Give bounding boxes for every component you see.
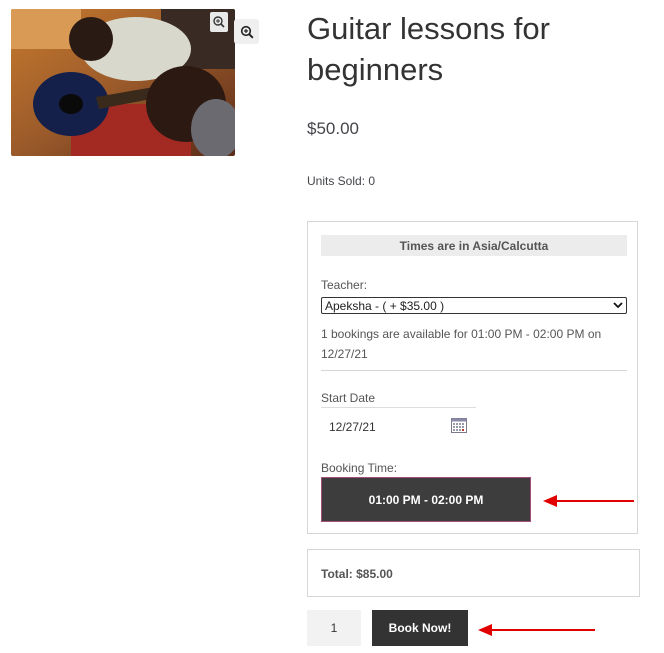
guitar-player-photo	[11, 9, 235, 156]
units-sold: Units Sold: 0	[307, 174, 376, 188]
booking-form: Times are in Asia/Calcutta Teacher: Apek…	[307, 221, 638, 534]
total-text: Total: $85.00	[321, 567, 393, 581]
red-arrow-annotation	[543, 495, 634, 507]
start-date-label: Start Date	[321, 391, 376, 405]
quantity-input[interactable]: 1	[307, 610, 361, 646]
chevron-down-icon	[613, 302, 623, 309]
booking-time-label: Booking Time:	[321, 461, 398, 475]
total-box: Total: $85.00	[307, 549, 640, 597]
zoom-in-icon	[240, 25, 254, 39]
product-price: $50.00	[307, 119, 359, 138]
start-date-value: 12/27/21	[329, 420, 376, 434]
teacher-select[interactable]: Apeksha - ( + $35.00 )	[321, 297, 627, 314]
timezone-note: Times are in Asia/Calcutta	[321, 235, 627, 256]
image-zoom-button[interactable]	[234, 19, 259, 44]
calendar-icon[interactable]	[451, 418, 467, 433]
divider	[321, 370, 627, 371]
teacher-label: Teacher:	[321, 278, 368, 292]
availability-text: 1 bookings are available for 01:00 PM - …	[321, 327, 602, 361]
product-title: Guitar lessons for beginners	[307, 11, 550, 87]
red-arrow-annotation	[478, 624, 595, 636]
book-now-button[interactable]: Book Now!	[372, 610, 468, 646]
product-image[interactable]	[11, 9, 235, 156]
zoom-in-icon[interactable]	[210, 12, 228, 32]
time-slot-button[interactable]: 01:00 PM - 02:00 PM	[321, 477, 531, 522]
teacher-selected-value: Apeksha - ( + $35.00 )	[325, 298, 445, 313]
